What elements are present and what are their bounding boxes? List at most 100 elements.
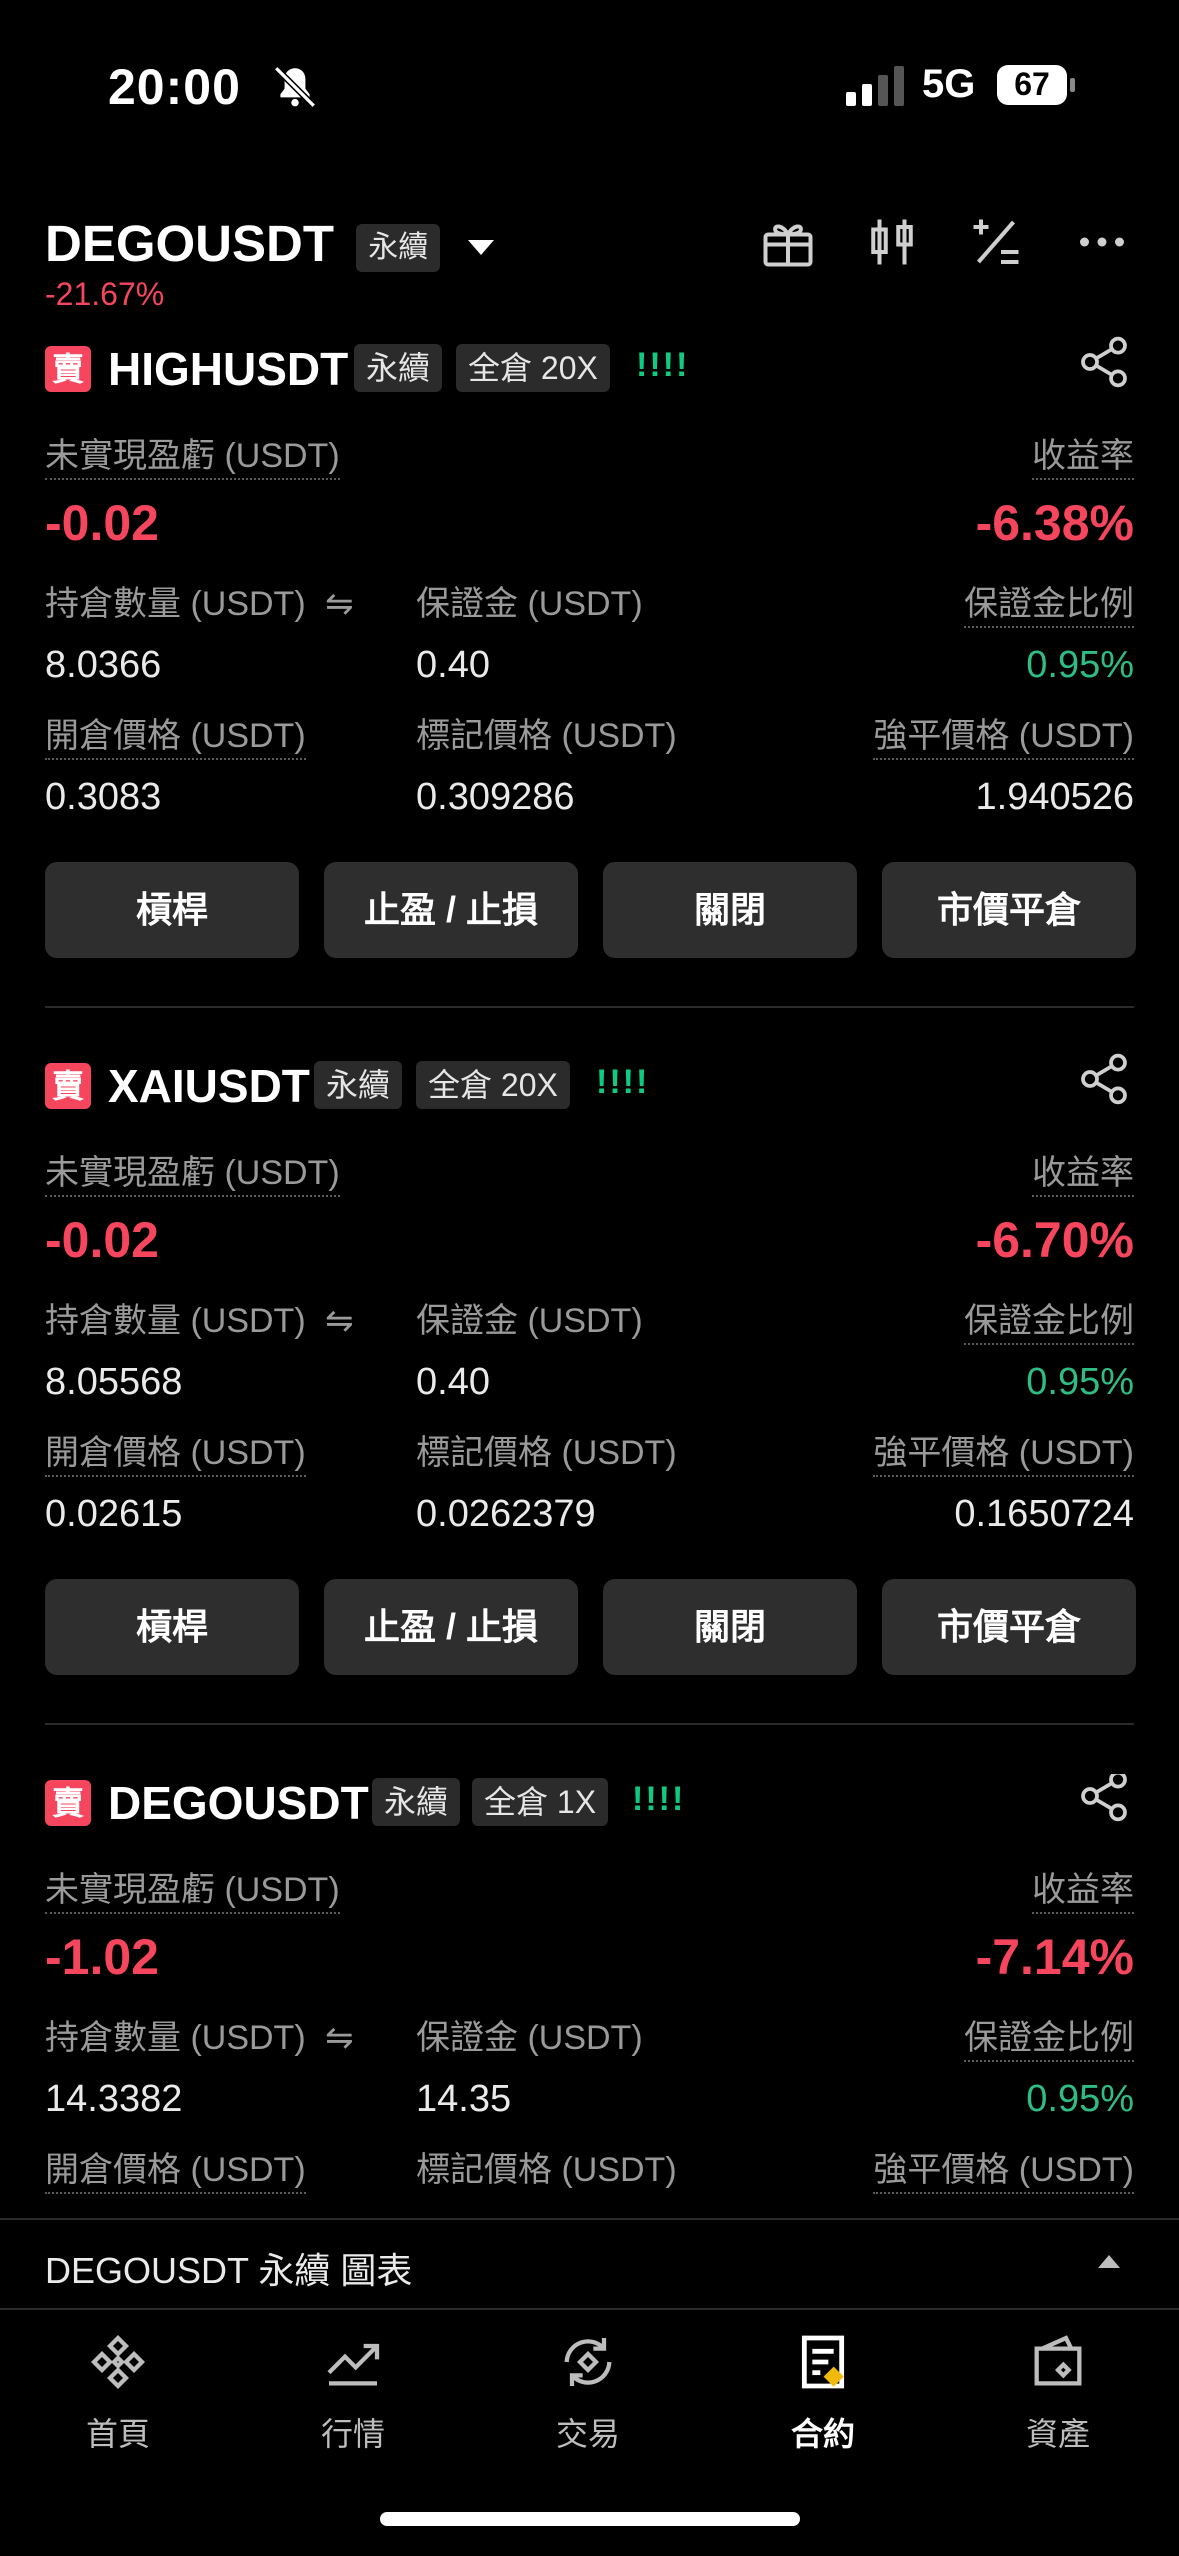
contract-symbol[interactable]: DEGOUSDT 永續 [45,214,495,273]
position-size-label-text: 持倉數量 (USDT) [45,585,306,623]
share-icon[interactable] [1076,1051,1132,1107]
entry-price: 0.02615 [45,1493,183,1535]
battery-level: 67 [1014,66,1050,102]
home-icon [90,2334,146,2390]
position-symbol[interactable]: DEGOUSDT [108,1776,369,1830]
position-size-label-text: 持倉數量 (USDT) [45,2019,306,2057]
mark-price-label: 標記價格 (USDT) [416,717,677,755]
contract-symbol-text: DEGOUSDT [45,215,335,272]
adl-indicator: !!!! [632,1780,686,1818]
roi-value: -6.70% [975,1212,1134,1268]
mark-price: 0.309286 [416,776,575,818]
share-icon[interactable] [1076,1774,1132,1824]
tab-futures[interactable]: 合約 [753,2330,893,2455]
tab-markets-label: 行情 [320,2416,385,2452]
unrealized-pnl-label[interactable]: 未實現盈虧 (USDT) [45,1870,340,1914]
margin-ratio: 0.95% [1026,1361,1134,1403]
roi-label[interactable]: 收益率 [1032,436,1134,480]
margin-value: 0.40 [416,644,490,686]
network-type: 5G [922,62,976,106]
margin-ratio-label[interactable]: 保證金比例 [964,2018,1134,2062]
tab-assets-label: 資產 [1025,2416,1090,2452]
position-size: 8.05568 [45,1361,183,1403]
mark-price: 0.0262379 [416,1493,596,1535]
position-symbol[interactable]: HIGHUSDT [108,342,348,396]
sell-badge: 賣 [45,346,91,392]
unrealized-pnl: -1.02 [45,1929,159,1985]
tab-trade-label: 交易 [555,2416,620,2452]
entry-price-label[interactable]: 開倉價格 (USDT) [45,1433,306,1477]
wallet-icon [1034,2335,1082,2386]
tab-home[interactable]: 首頁 [48,2330,188,2455]
mark-price-label: 標記價格 (USDT) [416,2151,677,2189]
roi-label[interactable]: 收益率 [1032,1153,1134,1197]
divider [45,1006,1134,1008]
close-button[interactable]: 關閉 [603,1579,857,1675]
sell-badge: 賣 [45,1780,91,1826]
symbol-dropdown-icon[interactable] [468,240,495,256]
adl-indicator: !!!! [636,346,690,384]
tpsl-button[interactable]: 止盈 / 止損 [324,1579,578,1675]
leverage-button[interactable]: 槓桿 [45,1579,299,1675]
margin-mode-tag[interactable]: 全倉 1X [472,1778,609,1826]
margin-mode-tag[interactable]: 全倉 20X [416,1061,570,1109]
entry-price-label[interactable]: 開倉價格 (USDT) [45,2150,306,2194]
liq-price-label[interactable]: 強平價格 (USDT) [873,1433,1134,1477]
swap-icon[interactable]: ⇋ [325,2019,354,2057]
markets-icon [327,2343,380,2386]
liq-price: 1.940526 [975,776,1135,818]
position-size: 8.0366 [45,644,162,686]
roi-value: -6.38% [975,495,1134,551]
margin-value: 14.35 [416,2078,512,2120]
margin-mode-tag[interactable]: 全倉 20X [456,344,610,392]
liq-price-label[interactable]: 強平價格 (USDT) [873,2150,1134,2194]
chevron-up-icon[interactable] [1098,2255,1120,2268]
position-size-label[interactable]: 持倉數量 (USDT) ⇋ [45,584,354,626]
swap-icon[interactable]: ⇋ [325,1302,354,1340]
signal-icon [846,66,904,106]
adl-indicator: !!!! [596,1063,650,1101]
tab-assets[interactable]: 資產 [988,2330,1128,2455]
share-icon[interactable] [1076,334,1132,390]
tpsl-button[interactable]: 止盈 / 止損 [324,862,578,958]
liq-price-label[interactable]: 強平價格 (USDT) [873,716,1134,760]
unrealized-pnl-label[interactable]: 未實現盈虧 (USDT) [45,436,340,480]
price-change: -21.67% [45,276,165,312]
close-button[interactable]: 關閉 [603,862,857,958]
leverage-button[interactable]: 槓桿 [45,862,299,958]
unrealized-pnl-label[interactable]: 未實現盈虧 (USDT) [45,1153,340,1197]
position-size: 14.3382 [45,2078,183,2120]
margin-ratio: 0.95% [1026,2078,1134,2120]
more-icon[interactable] [1072,212,1132,272]
calculator-icon[interactable] [966,212,1026,272]
chart-bar-label: DEGOUSDT 永續 圖表 [45,2250,413,2291]
swap-icon[interactable]: ⇋ [325,585,354,623]
margin-label: 保證金 (USDT) [416,2019,643,2057]
sell-badge: 賣 [45,1063,91,1109]
entry-price: 0.3083 [45,776,162,818]
unrealized-pnl: -0.02 [45,495,159,551]
candlestick-icon[interactable] [862,212,922,272]
trade-icon [564,2338,612,2386]
entry-price-label[interactable]: 開倉價格 (USDT) [45,716,306,760]
futures-icon [801,2335,845,2389]
perpetual-tag: 永續 [314,1061,403,1109]
position-size-label[interactable]: 持倉數量 (USDT) ⇋ [45,1301,354,1343]
perpetual-tag: 永續 [372,1778,461,1826]
perpetual-tag: 永續 [356,223,441,272]
market-close-button[interactable]: 市價平倉 [882,862,1136,958]
tab-markets[interactable]: 行情 [283,2330,423,2455]
tab-trade[interactable]: 交易 [518,2330,658,2455]
margin-ratio-label[interactable]: 保證金比例 [964,584,1134,628]
roi-label[interactable]: 收益率 [1032,1870,1134,1914]
margin-ratio-label[interactable]: 保證金比例 [964,1301,1134,1345]
unrealized-pnl: -0.02 [45,1212,159,1268]
home-indicator[interactable] [380,2512,800,2526]
perpetual-tag: 永續 [354,344,443,392]
market-close-button[interactable]: 市價平倉 [882,1579,1136,1675]
position-size-label[interactable]: 持倉數量 (USDT) ⇋ [45,2018,354,2060]
position-symbol[interactable]: XAIUSDT [108,1059,310,1113]
position-card: 賣 DEGOUSDT 永續 全倉 1X !!!! 未實現盈虧 (USDT) 收益… [0,1774,1179,2218]
mark-price-label: 標記價格 (USDT) [416,1434,677,1472]
gift-icon[interactable] [758,212,818,272]
